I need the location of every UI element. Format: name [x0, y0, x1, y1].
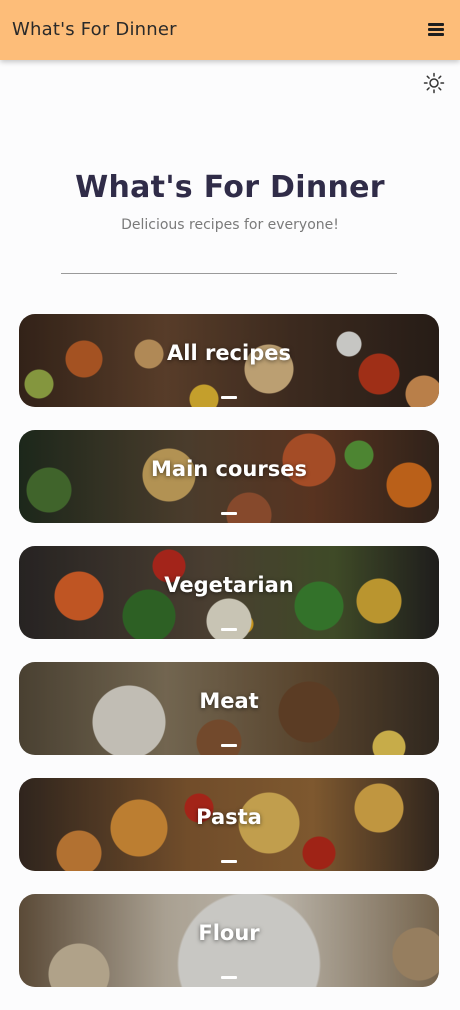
category-label: Pasta: [196, 805, 262, 829]
category-label: Flour: [198, 921, 260, 945]
category-label: Main courses: [151, 457, 307, 481]
category-card-meat[interactable]: Meat: [19, 662, 439, 755]
app-title: What's For Dinner: [12, 19, 177, 40]
divider: [61, 273, 397, 274]
category-underline: [221, 860, 237, 863]
category-underline: [221, 396, 237, 399]
category-underline: [221, 976, 237, 979]
category-card-flour[interactable]: Flour: [19, 894, 439, 987]
category-label: Vegetarian: [164, 573, 294, 597]
category-list: All recipes Main courses Vegetarian Meat…: [19, 314, 439, 1010]
category-underline: [221, 512, 237, 515]
category-card-pasta[interactable]: Pasta: [19, 778, 439, 871]
category-card-main-courses[interactable]: Main courses: [19, 430, 439, 523]
hamburger-menu-icon[interactable]: [426, 20, 446, 38]
page-subtitle: Delicious recipes for everyone!: [121, 217, 339, 233]
category-label: All recipes: [167, 341, 291, 365]
category-card-vegetarian[interactable]: Vegetarian: [19, 546, 439, 639]
category-underline: [221, 628, 237, 631]
app-bar: What's For Dinner: [0, 0, 460, 60]
category-label: Meat: [199, 689, 259, 713]
sun-icon[interactable]: [423, 72, 445, 94]
category-underline: [221, 744, 237, 747]
page-title: What's For Dinner: [75, 170, 385, 205]
category-card-all-recipes[interactable]: All recipes: [19, 314, 439, 407]
